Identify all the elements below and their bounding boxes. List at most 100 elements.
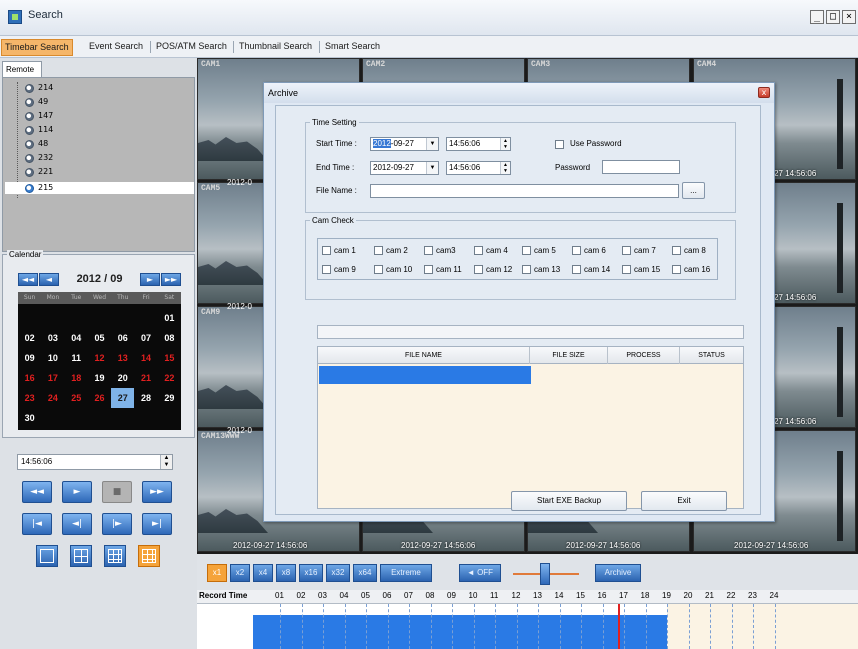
tree-item[interactable]: 232 [25, 152, 53, 164]
tab-smart-search[interactable]: Smart Search [322, 39, 383, 56]
tree-item[interactable]: 114 [25, 124, 53, 136]
checkbox-box[interactable] [374, 265, 383, 274]
cam-checkbox[interactable]: cam 5 [522, 246, 556, 255]
cam-checkbox[interactable]: cam 13 [522, 265, 560, 274]
calendar-day[interactable]: 25 [65, 388, 88, 408]
calendar-day[interactable]: 01 [158, 308, 181, 328]
rewind-button[interactable]: ◄◄ [22, 481, 52, 503]
checkbox-box[interactable] [622, 246, 631, 255]
checkbox-box[interactable] [522, 246, 531, 255]
cam-checkbox[interactable]: cam 6 [572, 246, 606, 255]
calendar-day[interactable]: 30 [18, 408, 41, 428]
tree-item[interactable]: 214 [25, 82, 53, 94]
exit-button[interactable]: Exit [641, 491, 727, 511]
tree-item[interactable]: 221 [25, 166, 53, 178]
calendar-day[interactable]: 06 [111, 328, 134, 348]
cam-checkbox[interactable]: cam3 [424, 246, 456, 255]
checkbox-box[interactable] [522, 265, 531, 274]
cam-checkbox[interactable]: cam 1 [322, 246, 356, 255]
speed-x16-button[interactable]: x16 [299, 564, 323, 582]
timeline[interactable]: Record Time 01 02 03 04 05 06 07 08 09 10 11 12 13 14… [197, 590, 858, 649]
last-frame-button[interactable]: ►| [142, 513, 172, 535]
table-row[interactable] [319, 366, 531, 384]
calendar-day[interactable]: 17 [41, 368, 64, 388]
cam-checkbox[interactable]: cam 14 [572, 265, 610, 274]
tab-remote[interactable]: Remote [2, 61, 42, 78]
checkbox-box[interactable] [424, 265, 433, 274]
next-year-button[interactable]: ►► [161, 272, 181, 286]
close-button[interactable]: × [842, 10, 856, 24]
calendar-day[interactable]: 23 [18, 388, 41, 408]
checkbox-box[interactable] [474, 265, 483, 274]
dropdown-arrow-icon[interactable]: ▼ [426, 162, 438, 174]
calendar-day[interactable]: 12 [88, 348, 111, 368]
layout-9-icon[interactable] [104, 545, 126, 567]
time-spinner[interactable]: ▲ ▼ [160, 455, 172, 469]
prev-month-button[interactable]: ◄ [39, 272, 59, 286]
layout-16-icon[interactable] [138, 545, 160, 567]
timeline-cursor[interactable] [618, 604, 620, 649]
time-field[interactable]: 14:56:06 ▲ ▼ [17, 454, 173, 470]
checkbox-box[interactable] [672, 246, 681, 255]
calendar-day[interactable]: 09 [18, 348, 41, 368]
tab-thumbnail-search[interactable]: Thumbnail Search [236, 39, 315, 56]
next-frame-button[interactable]: |► [102, 513, 132, 535]
calendar-day[interactable]: 13 [111, 348, 134, 368]
checkbox-box[interactable] [672, 265, 681, 274]
record-bar[interactable] [253, 615, 667, 649]
calendar-day[interactable]: 03 [41, 328, 64, 348]
cam-checkbox[interactable]: cam 10 [374, 265, 412, 274]
stop-button[interactable]: ■ [102, 481, 132, 503]
calendar-day[interactable]: 19 [88, 368, 111, 388]
start-time-field[interactable]: 14:56:06 ▲ ▼ [446, 137, 511, 151]
tab-event-search[interactable]: Event Search [86, 39, 146, 56]
cam-checkbox[interactable]: cam 8 [672, 246, 706, 255]
checkbox-box[interactable] [322, 265, 331, 274]
calendar-day[interactable]: 28 [134, 388, 157, 408]
cam-checkbox[interactable]: cam 11 [424, 265, 462, 274]
end-time-field[interactable]: 14:56:06 ▲ ▼ [446, 161, 511, 175]
browse-button[interactable]: ... [682, 182, 705, 199]
calendar-day[interactable]: 26 [88, 388, 111, 408]
calendar-day[interactable]: 22 [158, 368, 181, 388]
checkbox-box[interactable] [374, 246, 383, 255]
cam-checkbox[interactable]: cam 12 [474, 265, 512, 274]
speed-x64-button[interactable]: x64 [353, 564, 377, 582]
calendar-day[interactable]: 20 [111, 368, 134, 388]
cam-checkbox[interactable]: cam 15 [622, 265, 660, 274]
maximize-button[interactable]: □ [826, 10, 840, 24]
next-month-button[interactable]: ► [140, 272, 160, 286]
end-date-field[interactable]: 2012-09-27 ▼ [370, 161, 439, 175]
spinner-icon[interactable]: ▲ ▼ [500, 138, 510, 150]
password-field[interactable] [602, 160, 680, 174]
calendar-day[interactable]: 05 [88, 328, 111, 348]
calendar-day[interactable]: 21 [134, 368, 157, 388]
spinner-icon[interactable]: ▲ ▼ [500, 162, 510, 174]
calendar-day[interactable]: 18 [65, 368, 88, 388]
tree-item[interactable]: 49 [25, 96, 48, 108]
start-date-field[interactable]: 2012-09-27 ▼ [370, 137, 439, 151]
layout-4-icon[interactable] [70, 545, 92, 567]
calendar-day[interactable]: 11 [65, 348, 88, 368]
calendar-day[interactable]: 14 [134, 348, 157, 368]
checkbox-box[interactable] [572, 265, 581, 274]
prev-year-button[interactable]: ◄◄ [18, 272, 38, 286]
cam-checkbox[interactable]: cam 9 [322, 265, 356, 274]
audio-off-button[interactable]: ◄ OFF [459, 564, 501, 582]
tree-item[interactable]: 147 [25, 110, 53, 122]
checkbox-box[interactable] [474, 246, 483, 255]
minimize-button[interactable]: _ [810, 10, 824, 24]
speed-x2-button[interactable]: x2 [230, 564, 250, 582]
start-exe-backup-button[interactable]: Start EXE Backup [511, 491, 627, 511]
calendar-day[interactable]: 15 [158, 348, 181, 368]
tab-timebar-search[interactable]: Timebar Search [1, 39, 73, 56]
calendar-day[interactable]: 07 [134, 328, 157, 348]
calendar-day[interactable]: 16 [18, 368, 41, 388]
checkbox-box[interactable] [322, 246, 331, 255]
checkbox-box[interactable] [572, 246, 581, 255]
calendar-day[interactable]: 29 [158, 388, 181, 408]
tree-item-selected[interactable]: 215 [5, 182, 194, 194]
play-button[interactable]: ► [62, 481, 92, 503]
speed-x32-button[interactable]: x32 [326, 564, 350, 582]
tab-pos-atm-search[interactable]: POS/ATM Search [153, 39, 230, 56]
